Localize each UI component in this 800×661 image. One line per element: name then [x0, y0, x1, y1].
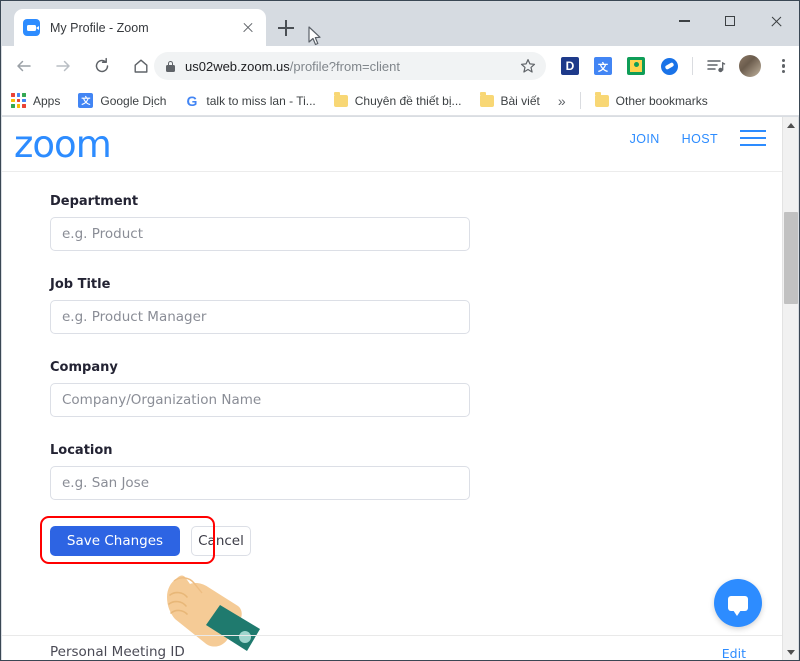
field-job-title: Job Title	[50, 277, 784, 334]
close-tab-icon[interactable]	[239, 19, 257, 37]
home-icon	[132, 57, 150, 75]
dashlane-extension-icon[interactable]: D	[560, 56, 580, 76]
location-input[interactable]	[50, 466, 470, 500]
page-scrollbar[interactable]	[782, 117, 798, 661]
field-location: Location	[50, 443, 784, 500]
mouse-pointer-icon	[308, 26, 322, 46]
job-title-input[interactable]	[50, 300, 470, 334]
personal-meeting-id-label: Personal Meeting ID	[50, 644, 185, 660]
profile-avatar[interactable]	[739, 55, 761, 77]
bookmark-label: Bài viết	[501, 94, 540, 108]
minimize-button[interactable]	[661, 3, 707, 39]
scroll-up-arrow-icon[interactable]	[783, 117, 799, 134]
zoom-site-header: zoom JOIN HOST	[2, 117, 784, 172]
host-link[interactable]: HOST	[682, 132, 718, 146]
bookmark-other-bookmarks[interactable]: Other bookmarks	[595, 94, 708, 108]
company-label: Company	[50, 360, 784, 375]
translate-icon: 文	[78, 93, 93, 108]
address-bar[interactable]: us02web.zoom.us/profile?from=client	[154, 52, 546, 80]
blue-circle-extension-icon[interactable]	[659, 56, 679, 76]
department-input[interactable]	[50, 217, 470, 251]
bookmark-label: Other bookmarks	[616, 94, 708, 108]
field-company: Company	[50, 360, 784, 417]
folder-icon	[595, 95, 609, 107]
tab-strip: My Profile - Zoom	[2, 2, 800, 46]
join-link[interactable]: JOIN	[630, 132, 660, 146]
url-path: /profile?from=client	[290, 59, 400, 74]
url-domain: us02web.zoom.us	[185, 59, 290, 74]
pointing-hand-cursor-icon	[150, 563, 260, 653]
bookmark-chuyen-de-thiet-bi[interactable]: Chuyên đề thiết bị...	[334, 94, 462, 108]
bookmarks-divider	[580, 92, 581, 109]
chat-support-button[interactable]	[714, 579, 762, 627]
browser-menu-icon[interactable]	[774, 56, 792, 76]
home-button[interactable]	[124, 49, 158, 83]
close-window-button[interactable]	[753, 3, 799, 39]
back-button[interactable]	[7, 49, 41, 83]
bookmark-star-icon[interactable]	[520, 58, 536, 74]
chat-bubble-icon	[728, 596, 748, 611]
extensions-row: D 文	[560, 55, 792, 77]
reload-icon	[93, 57, 111, 75]
browser-window: My Profile - Zoom	[0, 0, 800, 661]
bookmark-google-dich[interactable]: 文 Google Dịch	[78, 93, 166, 108]
job-title-label: Job Title	[50, 277, 784, 292]
forward-button[interactable]	[46, 49, 80, 83]
forward-arrow-icon	[54, 57, 72, 75]
new-tab-button[interactable]	[274, 16, 298, 40]
profile-form: Department Job Title Company Location Sa…	[2, 172, 784, 556]
google-icon: G	[184, 93, 199, 108]
google-translate-extension-icon[interactable]: 文	[593, 56, 613, 76]
tab-title: My Profile - Zoom	[50, 21, 239, 35]
zoom-logo[interactable]: zoom	[14, 126, 111, 163]
media-control-icon[interactable]	[706, 56, 726, 76]
scrollbar-thumb[interactable]	[784, 212, 798, 304]
google-classroom-extension-icon[interactable]	[626, 56, 646, 76]
zoom-camera-icon	[23, 19, 40, 36]
window-controls	[661, 3, 799, 39]
section-divider	[2, 635, 784, 636]
save-changes-button[interactable]: Save Changes	[50, 526, 180, 556]
lock-icon	[166, 61, 175, 72]
bookmark-label: Apps	[33, 94, 60, 108]
url-text: us02web.zoom.us/profile?from=client	[185, 59, 400, 74]
toolbar-divider	[692, 57, 693, 75]
bookmark-label: talk to miss lan - Ti...	[206, 94, 315, 108]
location-label: Location	[50, 443, 784, 458]
bookmark-label: Google Dịch	[100, 94, 166, 108]
company-input[interactable]	[50, 383, 470, 417]
browser-tab[interactable]: My Profile - Zoom	[14, 9, 266, 46]
form-actions: Save Changes Cancel	[50, 526, 784, 556]
maximize-button[interactable]	[707, 3, 753, 39]
bookmark-label: Chuyên đề thiết bị...	[355, 94, 462, 108]
apps-grid-icon	[11, 93, 26, 108]
scroll-down-arrow-icon[interactable]	[783, 644, 799, 661]
folder-icon	[480, 95, 494, 107]
bookmark-apps[interactable]: Apps	[11, 93, 60, 108]
field-department: Department	[50, 194, 784, 251]
back-arrow-icon	[15, 57, 33, 75]
edit-link[interactable]: Edit	[722, 646, 746, 661]
header-nav: JOIN HOST	[630, 130, 766, 147]
cancel-button[interactable]: Cancel	[191, 526, 251, 556]
bookmarks-overflow-icon[interactable]: »	[558, 93, 566, 109]
folder-icon	[334, 95, 348, 107]
reload-button[interactable]	[85, 49, 119, 83]
bookmark-bai-viet[interactable]: Bài viết	[480, 94, 540, 108]
bookmark-talk-to-miss-lan[interactable]: G talk to miss lan - Ti...	[184, 93, 315, 108]
department-label: Department	[50, 194, 784, 209]
hamburger-menu-icon[interactable]	[740, 130, 766, 147]
bookmarks-bar: Apps 文 Google Dịch G talk to miss lan - …	[2, 86, 800, 116]
browser-toolbar: us02web.zoom.us/profile?from=client D 文	[2, 46, 800, 86]
page-content: zoom JOIN HOST Department Job Title Comp…	[2, 117, 784, 661]
